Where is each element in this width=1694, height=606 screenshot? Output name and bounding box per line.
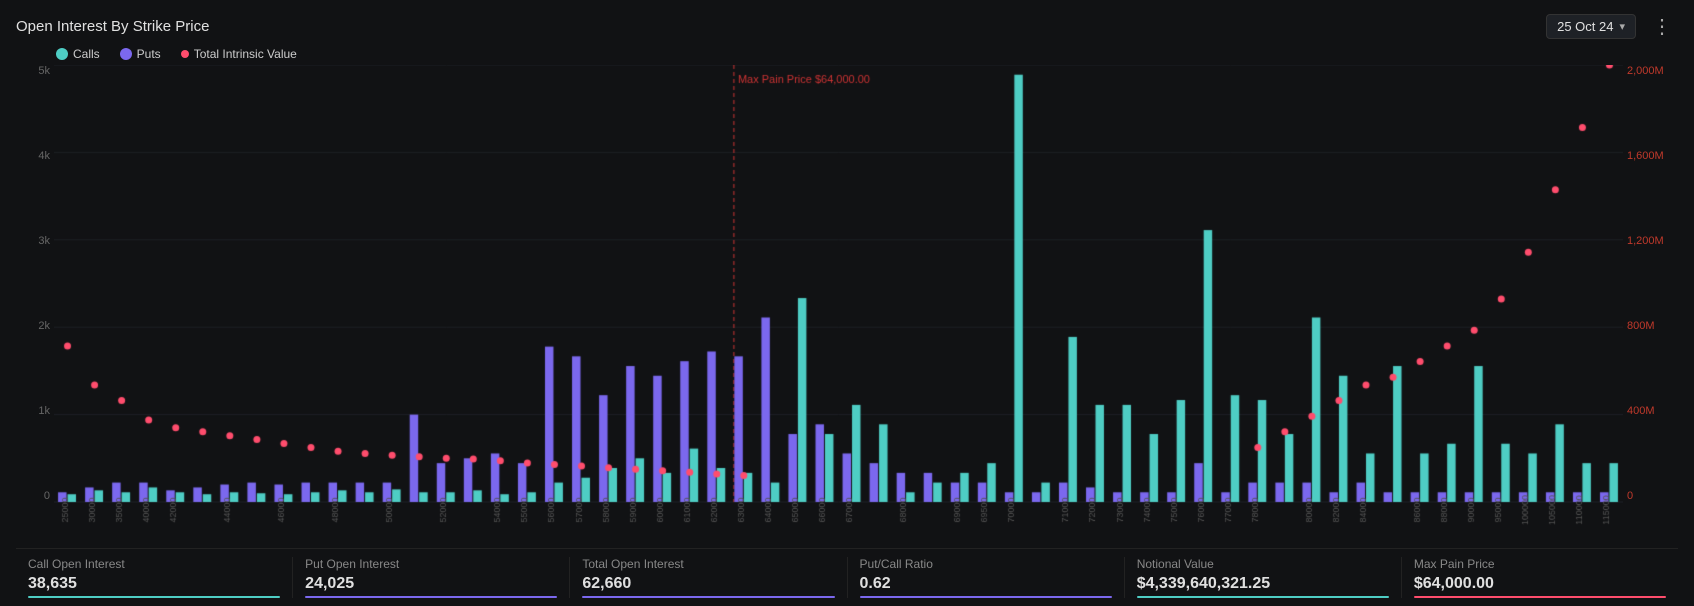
pc-ratio-label: Put/Call Ratio — [860, 557, 1112, 571]
total-oi-value: 62,660 — [582, 575, 834, 593]
max-pain-label: Max Pain Price — [1414, 557, 1666, 571]
y-left-0: 0 — [44, 490, 50, 502]
header: Open Interest By Strike Price 25 Oct 24 … — [16, 12, 1678, 41]
stat-max-pain: Max Pain Price $64,000.00 — [1402, 557, 1678, 598]
pc-ratio-underline — [860, 596, 1112, 598]
legend-puts: Puts — [120, 47, 161, 61]
date-picker[interactable]: 25 Oct 24 ▾ — [1546, 14, 1636, 39]
y-right-400m: 400M — [1627, 405, 1655, 417]
y-axis-right: 2,000M 1,600M 1,200M 800M 400M 0 — [1623, 65, 1678, 542]
max-pain-value: $64,000.00 — [1414, 575, 1666, 593]
main-container: Open Interest By Strike Price 25 Oct 24 … — [0, 0, 1694, 606]
y-right-2000m: 2,000M — [1627, 65, 1664, 77]
put-oi-value: 24,025 — [305, 575, 557, 593]
legend: Calls Puts Total Intrinsic Value — [16, 47, 1678, 61]
calls-label: Calls — [73, 47, 100, 61]
call-oi-underline — [28, 596, 280, 598]
y-right-1200m: 1,200M — [1627, 235, 1664, 247]
y-left-3k: 3k — [38, 235, 50, 247]
notional-label: Notional Value — [1137, 557, 1389, 571]
intrinsic-dot-icon — [181, 50, 189, 58]
stat-total-oi: Total Open Interest 62,660 — [570, 557, 847, 598]
bar-chart — [54, 65, 1623, 542]
max-pain-underline — [1414, 596, 1666, 598]
puts-label: Puts — [137, 47, 161, 61]
y-left-5k: 5k — [38, 65, 50, 77]
y-right-800m: 800M — [1627, 320, 1655, 332]
put-oi-underline — [305, 596, 557, 598]
y-left-2k: 2k — [38, 320, 50, 332]
call-oi-label: Call Open Interest — [28, 557, 280, 571]
stat-put-call-ratio: Put/Call Ratio 0.62 — [848, 557, 1125, 598]
call-oi-value: 38,635 — [28, 575, 280, 593]
calls-dot-icon — [56, 48, 68, 60]
y-left-4k: 4k — [38, 150, 50, 162]
stat-call-oi: Call Open Interest 38,635 — [16, 557, 293, 598]
chevron-down-icon: ▾ — [1619, 20, 1625, 33]
legend-calls: Calls — [56, 47, 100, 61]
chart-area: 5k 4k 3k 2k 1k 0 2,000M 1,600M 1,200M 80… — [16, 65, 1678, 542]
chart-inner — [54, 65, 1623, 542]
stat-notional: Notional Value $4,339,640,321.25 — [1125, 557, 1402, 598]
y-right-1600m: 1,600M — [1627, 150, 1664, 162]
stats-bar: Call Open Interest 38,635 Put Open Inter… — [16, 548, 1678, 598]
notional-underline — [1137, 596, 1389, 598]
notional-value: $4,339,640,321.25 — [1137, 575, 1389, 593]
total-oi-underline — [582, 596, 834, 598]
pc-ratio-value: 0.62 — [860, 575, 1112, 593]
date-label: 25 Oct 24 — [1557, 19, 1613, 34]
total-oi-label: Total Open Interest — [582, 557, 834, 571]
puts-dot-icon — [120, 48, 132, 60]
stat-put-oi: Put Open Interest 24,025 — [293, 557, 570, 598]
page-title: Open Interest By Strike Price — [16, 18, 209, 35]
intrinsic-label: Total Intrinsic Value — [194, 47, 297, 61]
y-right-0: 0 — [1627, 490, 1633, 502]
legend-intrinsic: Total Intrinsic Value — [181, 47, 297, 61]
y-axis-left: 5k 4k 3k 2k 1k 0 — [16, 65, 54, 542]
y-left-1k: 1k — [38, 405, 50, 417]
header-right: 25 Oct 24 ▾ ⋮ — [1546, 12, 1678, 41]
more-menu-button[interactable]: ⋮ — [1646, 12, 1678, 41]
put-oi-label: Put Open Interest — [305, 557, 557, 571]
